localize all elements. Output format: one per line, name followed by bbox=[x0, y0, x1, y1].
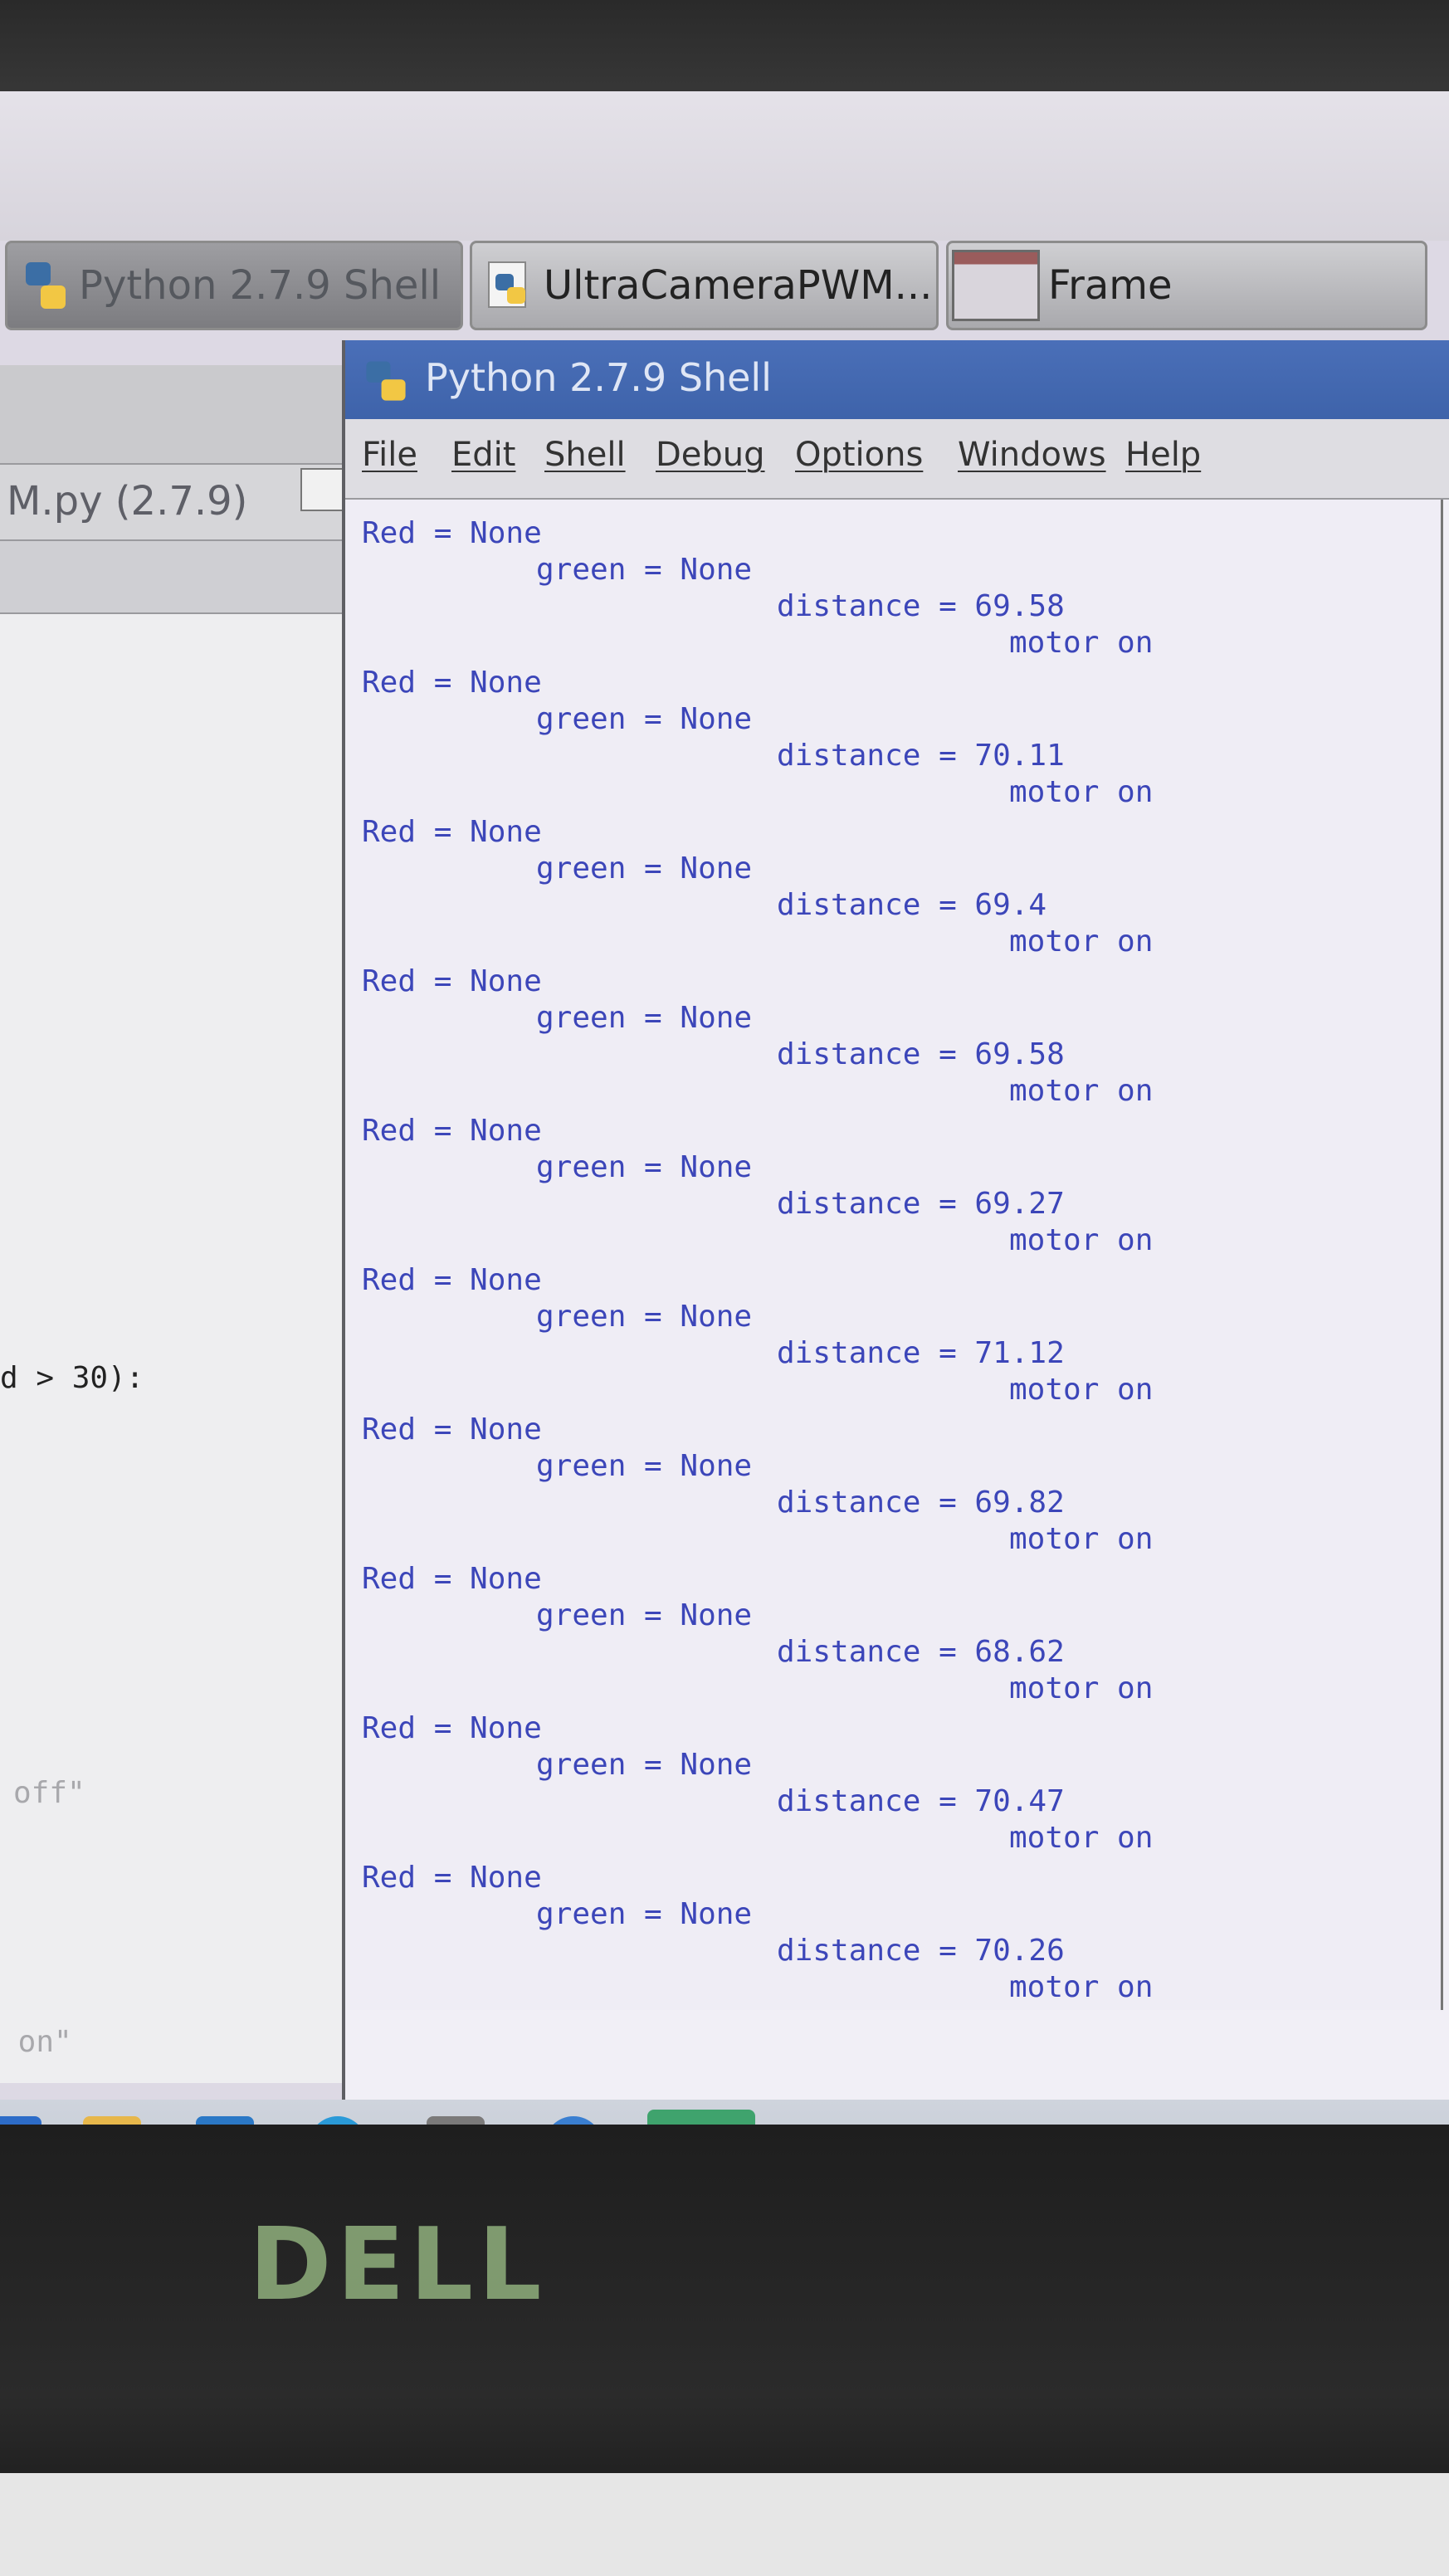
output-motor-line: motor on bbox=[1009, 1223, 1154, 1257]
editor-title-bar[interactable]: M.py (2.7.9) bbox=[0, 463, 349, 541]
desk-surface bbox=[0, 2473, 1449, 2576]
shell-output-area[interactable]: Red = None green = None distance = 69.58 mo… bbox=[345, 500, 1443, 2010]
outlook-icon[interactable] bbox=[196, 2116, 254, 2125]
frame-window-icon bbox=[952, 250, 1040, 321]
shell-menu-bar: File Edit Shell Debug Options Windows He… bbox=[345, 419, 1449, 500]
output-green-line: green = None bbox=[536, 1300, 753, 1334]
python-icon bbox=[488, 261, 526, 308]
output-green-line: green = None bbox=[536, 1748, 753, 1782]
taskbar-button-frame[interactable]: Frame bbox=[946, 241, 1427, 330]
taskbar-button-label: UltraCameraPWM.... bbox=[544, 262, 936, 309]
output-distance-line: distance = 69.27 bbox=[777, 1187, 1065, 1221]
output-motor-line: motor on bbox=[1009, 1522, 1154, 1556]
output-green-line: green = None bbox=[536, 851, 753, 886]
code-line[interactable]: off" bbox=[13, 1776, 85, 1810]
menu-options[interactable]: Options bbox=[795, 436, 923, 474]
shell-title-bar[interactable]: Python 2.7.9 Shell bbox=[345, 340, 1449, 419]
output-green-line: green = None bbox=[536, 1001, 753, 1035]
output-motor-line: motor on bbox=[1009, 1074, 1154, 1108]
minimize-icon[interactable] bbox=[300, 468, 344, 511]
file-explorer-icon[interactable] bbox=[83, 2116, 141, 2125]
output-red-line: Red = None bbox=[362, 1412, 542, 1447]
remote-viewer-icon[interactable] bbox=[647, 2110, 755, 2125]
python-shell-window[interactable]: Python 2.7.9 Shell File Edit Shell Debug… bbox=[342, 340, 1449, 2108]
menu-debug[interactable]: Debug bbox=[656, 436, 765, 474]
output-motor-line: motor on bbox=[1009, 1671, 1154, 1705]
output-distance-line: distance = 68.62 bbox=[777, 1635, 1065, 1669]
menu-edit[interactable]: Edit bbox=[451, 436, 515, 474]
output-red-line: Red = None bbox=[362, 1263, 542, 1297]
output-distance-line: distance = 69.4 bbox=[777, 888, 1047, 922]
menu-help[interactable]: Help bbox=[1125, 436, 1201, 474]
output-red-line: Red = None bbox=[362, 1114, 542, 1148]
output-red-line: Red = None bbox=[362, 516, 542, 550]
output-green-line: green = None bbox=[536, 1897, 753, 1931]
editor-title: M.py (2.7.9) bbox=[7, 478, 248, 524]
taskbar-button-python-shell[interactable]: Python 2.7.9 Shell bbox=[5, 241, 463, 330]
menu-windows[interactable]: Windows bbox=[958, 436, 1106, 474]
output-green-line: green = None bbox=[536, 1150, 753, 1184]
screen-top-area bbox=[0, 91, 1449, 241]
output-green-line: green = None bbox=[536, 1449, 753, 1483]
dell-logo: DELL bbox=[249, 2208, 547, 2323]
tools-icon[interactable] bbox=[427, 2116, 485, 2125]
taskbar-button-ultracamerapwm[interactable]: UltraCameraPWM.... bbox=[470, 241, 939, 330]
taskbar-button-label: Frame bbox=[1048, 262, 1173, 309]
output-motor-line: motor on bbox=[1009, 1373, 1154, 1407]
output-motor-line: motor on bbox=[1009, 626, 1154, 660]
menu-file[interactable]: File bbox=[362, 436, 417, 474]
menu-shell[interactable]: Shell bbox=[544, 436, 626, 474]
output-red-line: Red = None bbox=[362, 666, 542, 700]
output-distance-line: distance = 69.82 bbox=[777, 1486, 1065, 1520]
shell-title: Python 2.7.9 Shell bbox=[425, 355, 772, 400]
code-line[interactable]: d > 30): bbox=[0, 1361, 144, 1395]
output-red-line: Red = None bbox=[362, 815, 542, 849]
output-green-line: green = None bbox=[536, 702, 753, 736]
output-distance-line: distance = 70.26 bbox=[777, 1934, 1065, 1968]
editor-menu-bar bbox=[0, 541, 349, 614]
output-distance-line: distance = 69.58 bbox=[777, 589, 1065, 623]
output-motor-line: motor on bbox=[1009, 1970, 1154, 2004]
taskbar-button-label: Python 2.7.9 Shell bbox=[79, 262, 442, 309]
output-distance-line: distance = 70.47 bbox=[777, 1784, 1065, 1818]
output-motor-line: motor on bbox=[1009, 775, 1154, 809]
ie-icon[interactable] bbox=[0, 2116, 41, 2125]
editor-window[interactable]: M.py (2.7.9) d > 30): off" on" bbox=[0, 365, 349, 2083]
output-green-line: green = None bbox=[536, 1598, 753, 1632]
output-distance-line: distance = 70.11 bbox=[777, 739, 1065, 773]
output-distance-line: distance = 69.58 bbox=[777, 1037, 1065, 1071]
output-red-line: Red = None bbox=[362, 1711, 542, 1745]
output-red-line: Red = None bbox=[362, 1861, 542, 1895]
python-icon bbox=[366, 361, 406, 401]
output-motor-line: motor on bbox=[1009, 1821, 1154, 1855]
code-line[interactable]: on" bbox=[0, 2025, 72, 2059]
output-red-line: Red = None bbox=[362, 964, 542, 998]
output-distance-line: distance = 71.12 bbox=[777, 1336, 1065, 1370]
output-green-line: green = None bbox=[536, 553, 753, 587]
monitor-screen: Python 2.7.9 Shell UltraCameraPWM.... Fr… bbox=[0, 91, 1449, 2125]
python-icon bbox=[26, 262, 66, 309]
output-red-line: Red = None bbox=[362, 1562, 542, 1596]
output-motor-line: motor on bbox=[1009, 925, 1154, 959]
